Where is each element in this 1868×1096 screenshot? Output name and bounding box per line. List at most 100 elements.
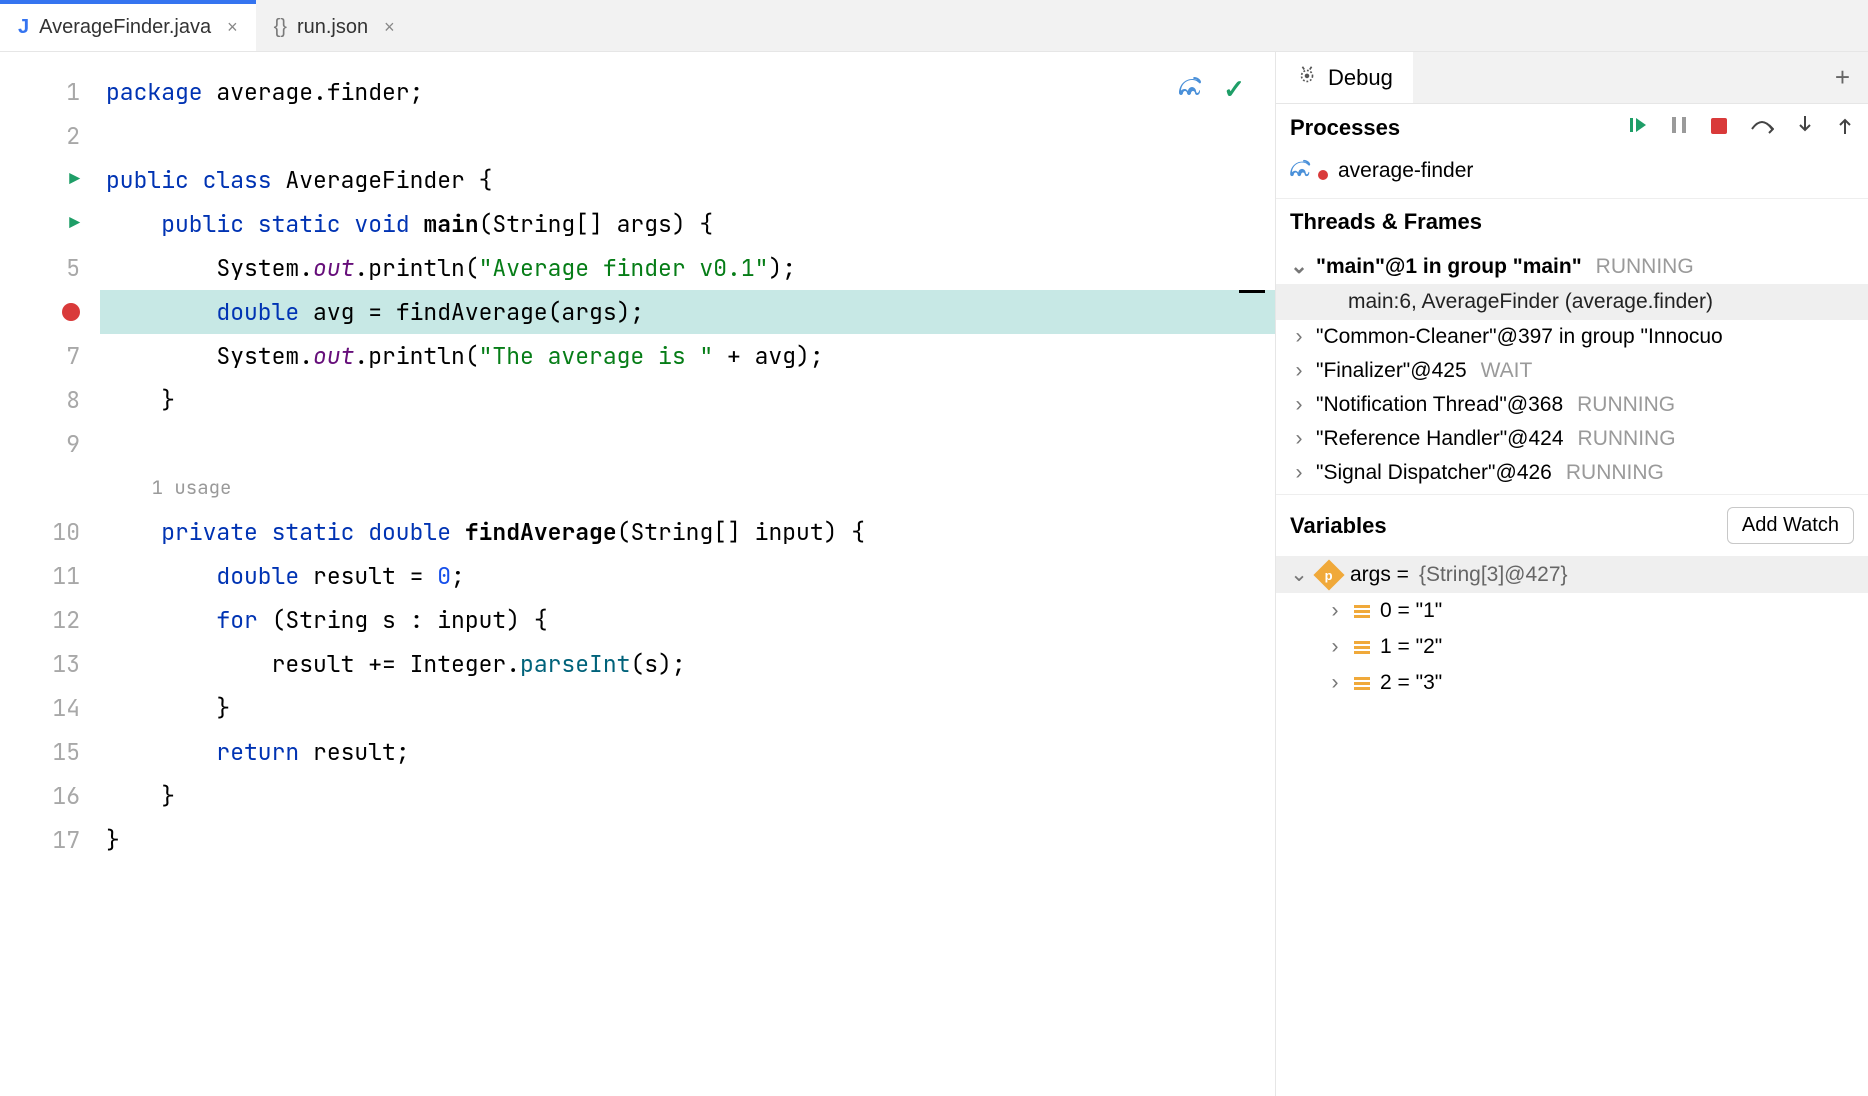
code-line[interactable]: } <box>100 818 1275 862</box>
editor-tabbar: J AverageFinder.java × {} run.json × <box>0 0 1868 52</box>
resume-icon[interactable] <box>1628 115 1648 141</box>
thread-status: RUNNING <box>1566 461 1664 485</box>
gutter-line[interactable]: 2 <box>0 114 80 158</box>
code-line[interactable]: for (String s : input) { <box>100 598 1275 642</box>
array-element-icon <box>1354 605 1370 618</box>
editor-pane[interactable]: ✓ 12▶▶5789 1011121314151617package avera… <box>0 52 1275 1096</box>
threads-header: Threads & Frames <box>1276 199 1868 245</box>
java-file-icon: J <box>18 16 29 39</box>
variables-title: Variables <box>1290 513 1387 539</box>
thread-label: "Signal Dispatcher"@426 <box>1316 461 1552 485</box>
chevron-right-icon[interactable]: › <box>1290 359 1308 383</box>
debug-panel: Debug + Processes <box>1275 52 1868 1096</box>
chevron-right-icon[interactable]: › <box>1326 599 1344 623</box>
chevron-down-icon[interactable]: ⌄ <box>1290 254 1308 279</box>
code-line[interactable]: double result = 0; <box>100 554 1275 598</box>
gutter-line[interactable]: 1 <box>0 70 80 114</box>
chevron-right-icon[interactable]: › <box>1326 635 1344 659</box>
add-debug-tab-icon[interactable]: + <box>1817 52 1868 103</box>
variable-row[interactable]: ⌄pargs = {String[3]@427} <box>1276 556 1868 593</box>
gutter-line[interactable] <box>0 290 80 334</box>
close-icon[interactable]: × <box>384 17 395 38</box>
close-icon[interactable]: × <box>227 17 238 38</box>
variable-value: {String[3]@427} <box>1419 563 1568 587</box>
gutter-line[interactable]: 13 <box>0 642 80 686</box>
thread-row[interactable]: › "Notification Thread"@368 RUNNING <box>1276 388 1868 422</box>
code-line[interactable]: System.out.println("The average is " + a… <box>100 334 1275 378</box>
code-line[interactable]: } <box>100 686 1275 730</box>
variable-row[interactable]: › 1 = "2" <box>1276 629 1868 665</box>
thread-row[interactable]: ›"Common-Cleaner"@397 in group "Innocuo <box>1276 320 1868 354</box>
gutter-line[interactable]: 11 <box>0 554 80 598</box>
tab-averagefinder[interactable]: J AverageFinder.java × <box>0 0 256 51</box>
add-watch-button[interactable]: Add Watch <box>1727 507 1854 544</box>
thread-label: "main"@1 in group "main" <box>1316 255 1582 279</box>
gutter-line[interactable]: 12 <box>0 598 80 642</box>
thread-row[interactable]: ⌄ "main"@1 in group "main" RUNNING <box>1276 249 1868 284</box>
gutter-line[interactable]: 8 <box>0 378 80 422</box>
stack-frame[interactable]: main:6, AverageFinder (average.finder) <box>1276 284 1868 320</box>
chevron-down-icon[interactable]: ⌄ <box>1290 562 1308 587</box>
exec-line-marker <box>1239 290 1265 293</box>
thread-status: WAIT <box>1481 359 1533 383</box>
usage-hint[interactable]: 1 usage <box>100 466 1275 510</box>
gutter-line[interactable]: ▶ <box>0 158 80 202</box>
thread-row[interactable]: › "Finalizer"@425 WAIT <box>1276 354 1868 388</box>
variables-header: Variables Add Watch <box>1276 495 1868 556</box>
gutter-line[interactable]: 14 <box>0 686 80 730</box>
tab-label: run.json <box>297 16 368 39</box>
chevron-right-icon[interactable]: › <box>1326 671 1344 695</box>
thread-status: RUNNING <box>1577 393 1675 417</box>
code-line[interactable]: double avg = findAverage(args); <box>100 290 1275 334</box>
chevron-right-icon[interactable]: › <box>1290 325 1308 349</box>
debug-icon <box>1296 64 1318 92</box>
gutter-line[interactable]: ▶ <box>0 202 80 246</box>
gutter-line[interactable]: 17 <box>0 818 80 862</box>
threads-title: Threads & Frames <box>1290 209 1482 235</box>
run-gutter-icon[interactable]: ▶ <box>69 158 80 202</box>
chevron-right-icon[interactable]: › <box>1290 427 1308 451</box>
step-over-icon[interactable] <box>1750 115 1774 141</box>
run-gutter-icon[interactable]: ▶ <box>69 202 80 246</box>
code-line[interactable] <box>100 422 1275 466</box>
gutter-line[interactable]: 7 <box>0 334 80 378</box>
thread-row[interactable]: › "Signal Dispatcher"@426 RUNNING <box>1276 456 1868 490</box>
code-line[interactable]: public static void main(String[] args) { <box>100 202 1275 246</box>
code-line[interactable]: return result; <box>100 730 1275 774</box>
process-row[interactable]: average-finder <box>1276 152 1868 199</box>
json-file-icon: {} <box>274 16 287 39</box>
debug-tab[interactable]: Debug <box>1276 52 1413 103</box>
variable-row[interactable]: ›0 = "1" <box>1276 593 1868 629</box>
thread-label: "Reference Handler"@424 <box>1316 427 1564 451</box>
code-line[interactable]: result += Integer.parseInt(s); <box>100 642 1275 686</box>
code-line[interactable]: System.out.println("Average finder v0.1"… <box>100 246 1275 290</box>
chevron-right-icon[interactable]: › <box>1290 393 1308 417</box>
gutter-line[interactable]: 10 <box>0 510 80 554</box>
thread-label: "Finalizer"@425 <box>1316 359 1467 383</box>
variable-name: 1 = "2" <box>1380 635 1442 659</box>
gutter-line[interactable]: 16 <box>0 774 80 818</box>
chevron-right-icon[interactable]: › <box>1290 461 1308 485</box>
stop-icon[interactable] <box>1710 115 1728 141</box>
breakpoint-icon[interactable] <box>62 303 80 321</box>
variable-name: 2 = "3" <box>1380 671 1442 695</box>
code-line[interactable]: public class AverageFinder { <box>100 158 1275 202</box>
code-line[interactable]: } <box>100 774 1275 818</box>
step-into-icon[interactable] <box>1796 114 1814 142</box>
thread-status: RUNNING <box>1596 255 1694 279</box>
gutter-line[interactable]: 15 <box>0 730 80 774</box>
process-name: average-finder <box>1338 159 1473 183</box>
step-out-icon[interactable] <box>1836 114 1854 142</box>
code-line[interactable] <box>100 114 1275 158</box>
variables-tree: ⌄pargs = {String[3]@427}›0 = "1"›1 = "2"… <box>1276 556 1868 701</box>
gutter-line[interactable]: 9 <box>0 422 80 466</box>
pause-icon[interactable] <box>1670 115 1688 141</box>
thread-label: "Notification Thread"@368 <box>1316 393 1563 417</box>
gutter-line[interactable]: 5 <box>0 246 80 290</box>
variable-row[interactable]: › 2 = "3" <box>1276 665 1868 701</box>
thread-row[interactable]: ›"Reference Handler"@424RUNNING <box>1276 422 1868 456</box>
tab-runjson[interactable]: {} run.json × <box>256 0 413 51</box>
code-line[interactable]: } <box>100 378 1275 422</box>
code-line[interactable]: package average.finder; <box>100 70 1275 114</box>
code-line[interactable]: private static double findAverage(String… <box>100 510 1275 554</box>
